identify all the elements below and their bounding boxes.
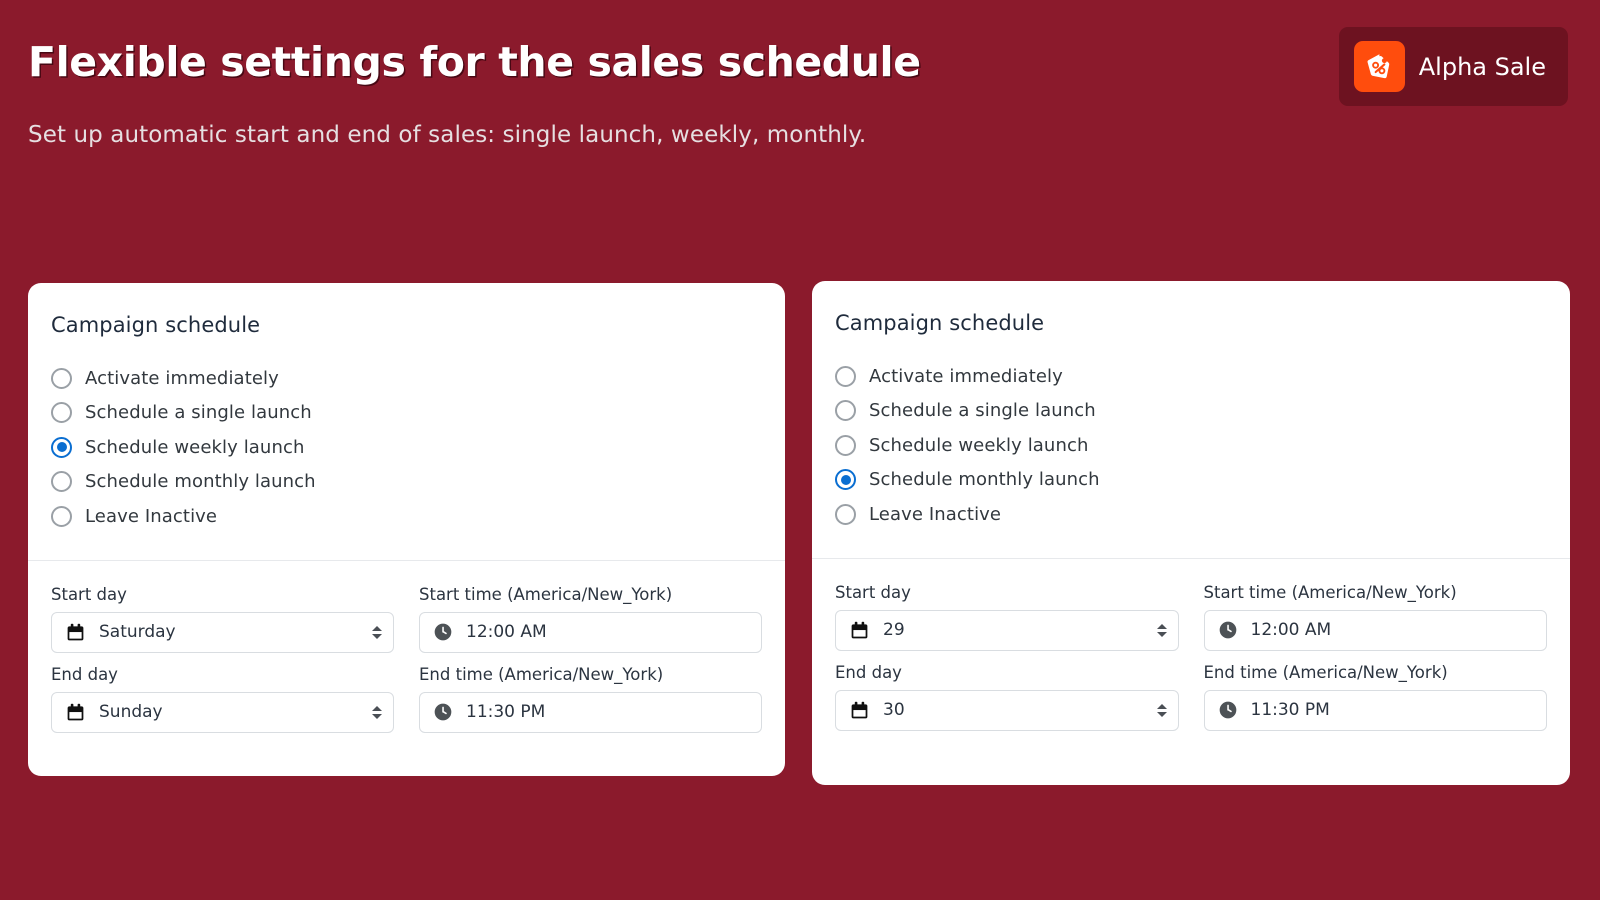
radio-option-schedule-weekly-launch[interactable]: Schedule weekly launch bbox=[835, 428, 1547, 463]
radio-option-leave-inactive[interactable]: Leave Inactive bbox=[51, 499, 762, 534]
clock-icon bbox=[433, 622, 453, 642]
radio-button-icon[interactable] bbox=[835, 503, 856, 525]
radio-button-selected-icon[interactable] bbox=[835, 469, 856, 491]
field-label: Start day bbox=[51, 584, 127, 604]
campaign-schedule-card-weekly: Campaign schedule Activate immediately Sch… bbox=[28, 283, 785, 776]
field-label: End day bbox=[835, 662, 902, 682]
form-field: Start day Saturday bbox=[51, 585, 394, 653]
select-field[interactable]: Sunday bbox=[51, 691, 394, 733]
stepper-arrows-icon[interactable] bbox=[1156, 700, 1168, 720]
form-field: Start time (America/New_York) 12:00 AM bbox=[419, 585, 762, 653]
card-heading: Campaign schedule bbox=[835, 311, 1045, 335]
form-field: End day Sunday bbox=[51, 665, 394, 733]
calendar-icon bbox=[849, 620, 870, 641]
radio-option-schedule-a-single-launch[interactable]: Schedule a single launch bbox=[51, 396, 762, 431]
radio-button-icon[interactable] bbox=[51, 402, 72, 424]
radio-option-label: Schedule weekly launch bbox=[85, 436, 305, 458]
radio-option-activate-immediately[interactable]: Activate immediately bbox=[835, 359, 1547, 394]
calendar-icon bbox=[849, 700, 870, 721]
card-options-section: Campaign schedule Activate immediately Sch… bbox=[812, 281, 1570, 558]
field-value: 11:30 PM bbox=[1250, 700, 1330, 720]
clock-icon bbox=[1218, 700, 1238, 720]
field-label: End time (America/New_York) bbox=[419, 664, 664, 684]
card-options-section: Campaign schedule Activate immediately Sch… bbox=[28, 283, 785, 560]
radio-option-label: Schedule monthly launch bbox=[869, 469, 1100, 491]
price-tag-percent-icon bbox=[1353, 41, 1405, 92]
brand-badge[interactable]: Alpha Sale bbox=[1338, 27, 1568, 106]
radio-button-icon[interactable] bbox=[51, 505, 72, 527]
time-field[interactable]: 12:00 AM bbox=[419, 611, 762, 653]
time-field[interactable]: 11:30 PM bbox=[419, 691, 762, 733]
form-field: End time (America/New_York) 11:30 PM bbox=[1203, 662, 1547, 731]
field-label: End day bbox=[51, 664, 118, 684]
calendar-icon bbox=[65, 622, 86, 643]
field-label: End time (America/New_York) bbox=[1203, 662, 1448, 682]
field-label: Start day bbox=[835, 582, 911, 602]
radio-option-label: Schedule a single launch bbox=[85, 402, 312, 424]
time-field[interactable]: 11:30 PM bbox=[1203, 689, 1547, 731]
field-label: Start time (America/New_York) bbox=[1203, 582, 1457, 602]
radio-button-icon[interactable] bbox=[835, 365, 856, 387]
stepper-arrows-icon[interactable] bbox=[371, 622, 383, 642]
field-label: Start time (America/New_York) bbox=[419, 584, 673, 604]
stepper-arrows-icon[interactable] bbox=[1156, 620, 1168, 640]
stepper-arrows-icon[interactable] bbox=[371, 702, 383, 722]
page-header: Flexible settings for the sales schedule… bbox=[28, 38, 1298, 148]
radio-button-selected-icon[interactable] bbox=[51, 436, 72, 458]
select-field[interactable]: Saturday bbox=[51, 611, 394, 653]
form-field: End time (America/New_York) 11:30 PM bbox=[419, 665, 762, 733]
radio-option-schedule-weekly-launch[interactable]: Schedule weekly launch bbox=[51, 430, 762, 465]
radio-option-label: Schedule monthly launch bbox=[85, 471, 316, 493]
form-field: Start time (America/New_York) 12:00 AM bbox=[1203, 582, 1547, 651]
radio-option-label: Leave Inactive bbox=[869, 503, 1002, 525]
radio-option-leave-inactive[interactable]: Leave Inactive bbox=[835, 497, 1547, 532]
clock-icon bbox=[1218, 620, 1238, 640]
schedule-fields-area: Start day Saturday Start time (America/New… bbox=[28, 561, 785, 733]
radio-button-icon[interactable] bbox=[51, 367, 72, 389]
radio-option-label: Schedule a single launch bbox=[869, 400, 1096, 422]
schedule-radio-group: Activate immediately Schedule a single la… bbox=[28, 361, 785, 560]
brand-name: Alpha Sale bbox=[1418, 52, 1546, 81]
field-value: 30 bbox=[883, 700, 905, 720]
calendar-icon bbox=[65, 702, 86, 723]
radio-button-icon[interactable] bbox=[835, 434, 856, 456]
radio-option-label: Activate immediately bbox=[85, 367, 279, 389]
radio-option-schedule-a-single-launch[interactable]: Schedule a single launch bbox=[835, 394, 1547, 429]
page-subtitle: Set up automatic start and end of sales:… bbox=[28, 122, 867, 148]
form-field: End day 30 bbox=[835, 663, 1179, 731]
field-value: 11:30 PM bbox=[466, 702, 546, 722]
clock-icon bbox=[433, 702, 453, 722]
time-field[interactable]: 12:00 AM bbox=[1203, 609, 1547, 651]
field-value: Saturday bbox=[99, 622, 176, 642]
page-title: Flexible settings for the sales schedule bbox=[28, 38, 921, 86]
field-value: Sunday bbox=[99, 702, 163, 722]
field-value: 12:00 AM bbox=[1250, 620, 1332, 640]
radio-button-icon[interactable] bbox=[51, 471, 72, 493]
radio-option-schedule-monthly-launch[interactable]: Schedule monthly launch bbox=[835, 463, 1547, 498]
radio-option-label: Activate immediately bbox=[869, 365, 1063, 387]
radio-option-label: Schedule weekly launch bbox=[869, 434, 1089, 456]
radio-option-activate-immediately[interactable]: Activate immediately bbox=[51, 361, 762, 396]
schedule-radio-group: Activate immediately Schedule a single la… bbox=[812, 359, 1570, 558]
campaign-schedule-card-monthly: Campaign schedule Activate immediately Sch… bbox=[812, 281, 1570, 785]
card-heading: Campaign schedule bbox=[51, 313, 261, 337]
radio-option-label: Leave Inactive bbox=[85, 505, 218, 527]
select-field[interactable]: 30 bbox=[835, 689, 1179, 731]
select-field[interactable]: 29 bbox=[835, 609, 1179, 651]
radio-option-schedule-monthly-launch[interactable]: Schedule monthly launch bbox=[51, 465, 762, 500]
field-value: 29 bbox=[883, 620, 905, 640]
schedule-fields-area: Start day 29 Start time (America/New_York)… bbox=[812, 559, 1570, 731]
form-field: Start day 29 bbox=[835, 583, 1179, 651]
field-value: 12:00 AM bbox=[466, 622, 547, 642]
radio-button-icon[interactable] bbox=[835, 400, 856, 422]
